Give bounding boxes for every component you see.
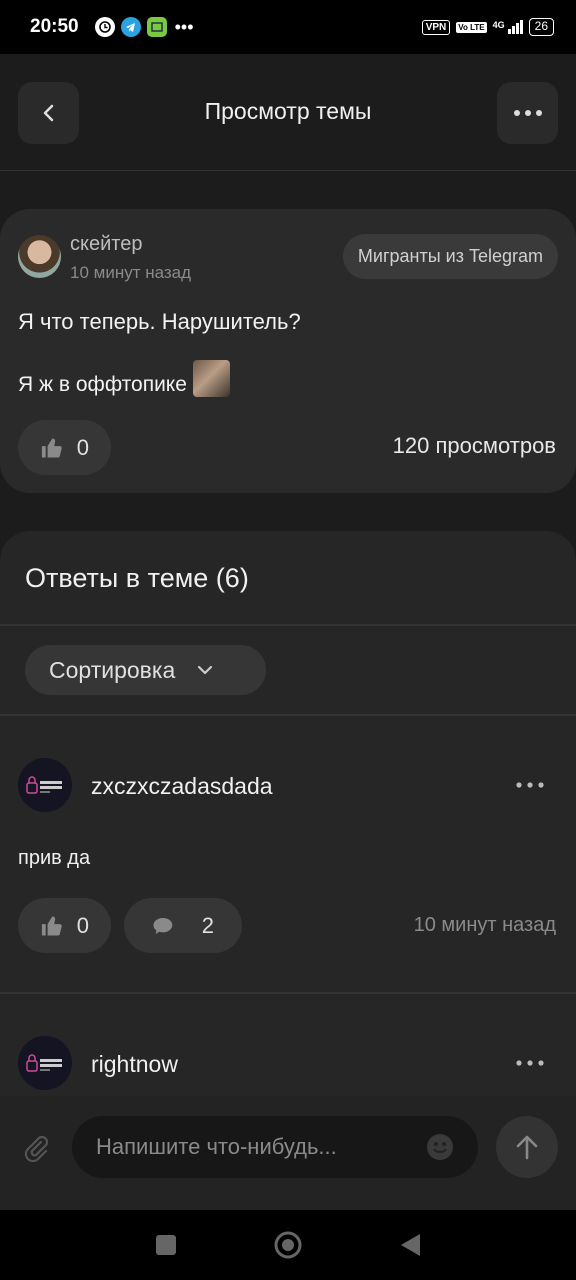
reply-comment-count: 2 xyxy=(201,912,214,938)
message-input[interactable] xyxy=(96,1134,426,1160)
game-app-icon xyxy=(146,17,167,37)
status-bar: 20:50 ••• VPN Vo LTE 4G 26 xyxy=(0,0,576,54)
sort-label: Сортировка xyxy=(49,656,176,683)
clock-app-icon xyxy=(94,17,115,37)
reply-more-button[interactable] xyxy=(514,1053,546,1073)
system-nav-bar xyxy=(0,1210,576,1280)
reply-like-count: 0 xyxy=(76,912,89,938)
network-type: 4G xyxy=(492,20,505,30)
emoji-icon[interactable] xyxy=(426,1133,454,1161)
lock-icon xyxy=(26,1054,62,1072)
author-avatar[interactable] xyxy=(18,235,61,278)
composer xyxy=(0,1096,576,1210)
vpn-badge: VPN xyxy=(421,19,451,35)
divider xyxy=(0,714,576,716)
chevron-down-icon xyxy=(198,665,213,675)
paperclip-icon xyxy=(24,1135,49,1163)
post-body-text: Я ж в оффтопике xyxy=(18,373,187,396)
recents-square-icon[interactable] xyxy=(154,1233,178,1257)
volte-icon: Vo LTE xyxy=(456,21,487,33)
more-horizontal-icon xyxy=(516,1060,544,1066)
battery-icon: 26 xyxy=(528,18,554,36)
replies-title: Ответы в теме (6) xyxy=(25,563,249,593)
reply-author[interactable]: zxczxczadasdada xyxy=(91,773,273,800)
home-circle-icon[interactable] xyxy=(273,1230,303,1260)
comment-bubble-icon xyxy=(153,917,173,934)
reply-author[interactable]: rightnow xyxy=(91,1051,178,1078)
back-triangle-icon[interactable] xyxy=(398,1232,422,1258)
sort-button[interactable]: Сортировка xyxy=(25,645,266,695)
header: Просмотр темы xyxy=(0,54,576,171)
more-horizontal-icon xyxy=(513,110,542,116)
thumbs-up-icon xyxy=(41,916,62,935)
category-tag[interactable]: Мигранты из Telegram xyxy=(342,234,558,279)
reply-text: прив да xyxy=(18,847,91,869)
sticker-image xyxy=(192,359,230,397)
view-count: 120 просмотров xyxy=(392,433,556,458)
reply-avatar[interactable] xyxy=(18,1036,72,1090)
post-like-button[interactable]: 0 xyxy=(18,420,111,475)
post-author[interactable]: скейтер xyxy=(70,233,142,256)
reply-like-button[interactable]: 0 xyxy=(18,898,111,953)
reply-more-button[interactable] xyxy=(514,775,546,795)
send-button[interactable] xyxy=(496,1116,558,1178)
post-card: скейтер 10 минут назад Мигранты из Teleg… xyxy=(0,209,576,493)
divider xyxy=(0,992,576,994)
more-notifications-icon: ••• xyxy=(174,17,194,37)
message-input-box xyxy=(72,1116,478,1178)
reply-time: 10 минут назад xyxy=(413,914,556,936)
divider xyxy=(0,624,576,626)
arrow-up-icon xyxy=(516,1135,538,1160)
attach-button[interactable] xyxy=(16,1128,56,1168)
post-body: Я ж в оффтопике xyxy=(18,359,230,397)
lock-icon xyxy=(26,776,62,794)
telegram-icon xyxy=(120,17,141,37)
reply-comments-button[interactable]: 2 xyxy=(124,898,242,953)
reply-avatar[interactable] xyxy=(18,758,72,812)
thumbs-up-icon xyxy=(41,438,62,457)
more-options-button[interactable] xyxy=(497,82,558,144)
post-time: 10 минут назад xyxy=(70,263,192,282)
post-like-count: 0 xyxy=(76,434,89,460)
post-title: Я что теперь. Нарушитель? xyxy=(18,309,301,334)
page-title: Просмотр темы xyxy=(204,98,372,124)
status-time: 20:50 xyxy=(30,16,79,37)
more-horizontal-icon xyxy=(516,782,544,788)
signal-icon: 4G xyxy=(493,20,523,34)
replies-section: Ответы в теме (6) Сортировка zxczxczadas… xyxy=(0,531,576,1096)
